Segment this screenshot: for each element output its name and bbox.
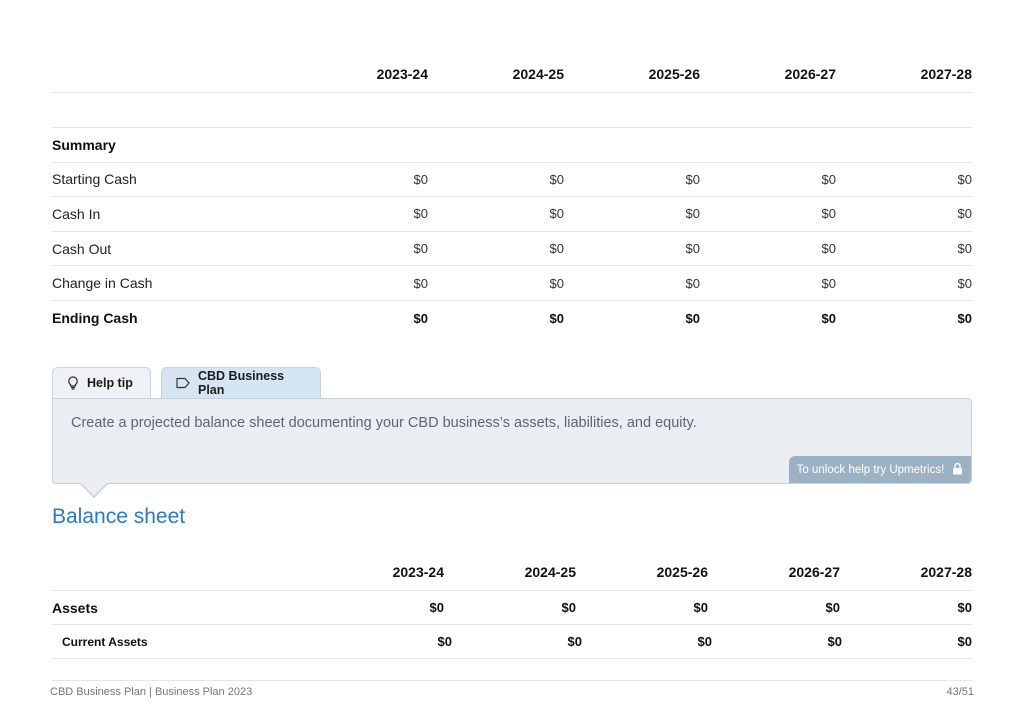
table-row: Starting Cash $0 $0 $0 $0 $0 [52, 163, 972, 198]
cell-value: $0 [957, 275, 972, 291]
cell-value: $0 [693, 600, 708, 615]
cell-value: $0 [549, 171, 564, 187]
row-label: Ending Cash [52, 310, 138, 327]
cell-value: $0 [821, 275, 836, 291]
cell-value: $0 [567, 634, 582, 649]
cell-value: $0 [429, 600, 444, 615]
row-label: Current Assets [62, 634, 148, 649]
cell-value: $0 [413, 275, 428, 291]
table-row: Assets $0 $0 $0 $0 $0 [52, 591, 972, 625]
help-box-pointer-fill [81, 483, 107, 496]
cell-value: $0 [957, 634, 972, 649]
cell-value: $0 [685, 310, 700, 326]
section-title: Balance sheet [52, 505, 186, 528]
cell-value: $0 [413, 171, 428, 187]
cell-value: $0 [821, 241, 836, 257]
cell-value: $0 [821, 310, 836, 326]
year-header: 2025-26 [648, 65, 700, 82]
cell-value: $0 [437, 634, 452, 649]
year-header: 2024-25 [524, 563, 576, 580]
summary-heading-row: Summary [52, 128, 972, 163]
cell-value: $0 [549, 310, 564, 326]
cell-value: $0 [957, 310, 972, 326]
cell-value: $0 [821, 171, 836, 187]
cell-value: $0 [957, 241, 972, 257]
cell-value: $0 [957, 171, 972, 187]
cell-value: $0 [957, 600, 972, 615]
tab-help-tip[interactable]: Help tip [52, 367, 151, 398]
cashflow-table: 2023-24 2024-25 2025-26 2026-27 2027-28 … [52, 55, 972, 336]
balance-sheet-header-row: 2023-24 2024-25 2025-26 2026-27 2027-28 [52, 553, 972, 591]
cell-value: $0 [549, 275, 564, 291]
cell-value: $0 [413, 206, 428, 222]
footer-page-number: 43/51 [946, 686, 974, 698]
cell-value: $0 [957, 206, 972, 222]
unlock-help-button[interactable]: To unlock help try Upmetrics! [789, 456, 971, 483]
year-header: 2023-24 [392, 563, 444, 580]
table-row: Current Assets $0 $0 $0 $0 $0 [52, 625, 972, 659]
lock-icon [952, 462, 963, 478]
row-label: Cash Out [52, 240, 112, 257]
year-header: 2027-28 [920, 65, 972, 82]
cell-value: $0 [697, 634, 712, 649]
row-label: Starting Cash [52, 171, 137, 188]
help-tip-box: Create a projected balance sheet documen… [52, 398, 972, 484]
cell-value: $0 [549, 241, 564, 257]
unlock-label: To unlock help try Upmetrics! [796, 463, 945, 476]
row-label: Change in Cash [52, 275, 153, 292]
cell-value: $0 [827, 634, 842, 649]
cell-value: $0 [549, 206, 564, 222]
cell-value: $0 [561, 600, 576, 615]
lightbulb-icon [67, 376, 79, 390]
cell-value: $0 [685, 171, 700, 187]
row-label: Assets [52, 599, 98, 616]
footer-divider [52, 680, 972, 681]
year-header: 2026-27 [788, 563, 840, 580]
summary-label: Summary [52, 136, 116, 153]
cell-value: $0 [825, 600, 840, 615]
balance-sheet-table: 2023-24 2024-25 2025-26 2026-27 2027-28 … [52, 553, 972, 659]
cell-value: $0 [685, 275, 700, 291]
footer-document-title: CBD Business Plan | Business Plan 2023 [50, 686, 253, 698]
cashflow-header-row: 2023-24 2024-25 2025-26 2026-27 2027-28 [52, 55, 972, 93]
tab-label: Help tip [87, 376, 133, 390]
row-label: Cash In [52, 205, 101, 222]
tab-cbd-business-plan[interactable]: CBD Business Plan [161, 367, 321, 398]
year-header: 2026-27 [784, 65, 836, 82]
table-row: Cash Out $0 $0 $0 $0 $0 [52, 232, 972, 267]
tag-icon [176, 377, 190, 389]
spacer-row [52, 93, 972, 128]
year-header: 2023-24 [376, 65, 428, 82]
year-header: 2027-28 [920, 563, 972, 580]
help-tabs: Help tip CBD Business Plan [52, 367, 321, 398]
help-text: Create a projected balance sheet documen… [71, 415, 697, 431]
ending-cash-row: Ending Cash $0 $0 $0 $0 $0 [52, 301, 972, 336]
cell-value: $0 [685, 241, 700, 257]
cell-value: $0 [413, 310, 428, 326]
cell-value: $0 [821, 206, 836, 222]
tab-label: CBD Business Plan [198, 369, 285, 397]
cell-value: $0 [413, 241, 428, 257]
table-row: Change in Cash $0 $0 $0 $0 $0 [52, 266, 972, 301]
year-header: 2025-26 [656, 563, 708, 580]
table-row: Cash In $0 $0 $0 $0 $0 [52, 197, 972, 232]
cell-value: $0 [685, 206, 700, 222]
year-header: 2024-25 [512, 65, 564, 82]
